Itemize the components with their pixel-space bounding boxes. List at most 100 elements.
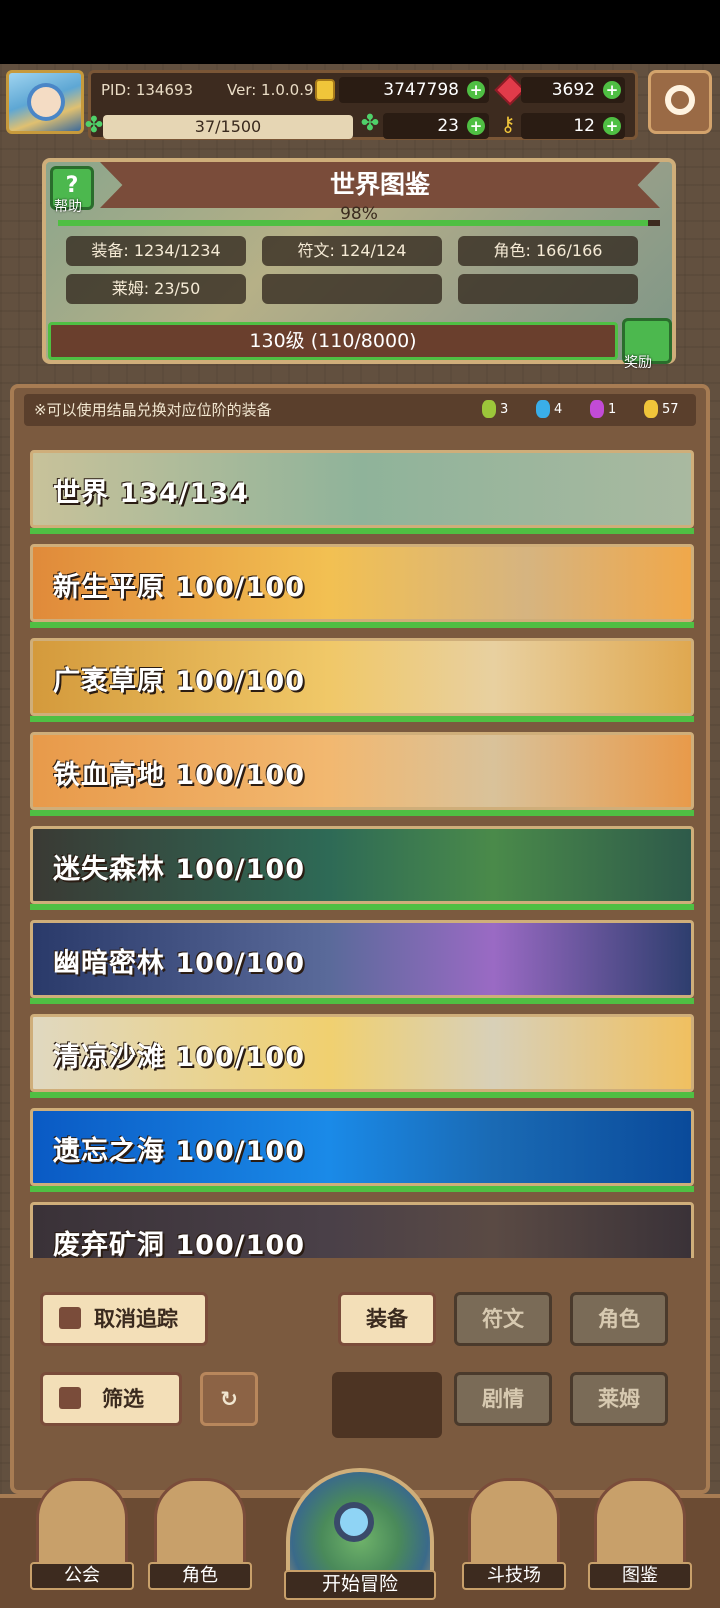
region-name: 新生平原 100/100 [53, 572, 305, 603]
add-gold-button[interactable]: + [467, 81, 485, 99]
tab-equipment[interactable]: 装备 [338, 1292, 436, 1346]
region-row-grassland[interactable]: 广袤草原 100/100 [30, 638, 694, 722]
filter-label: 筛选 [102, 1387, 144, 1411]
player-avatar[interactable] [6, 70, 84, 134]
nav-character-label: 角色 [148, 1562, 252, 1590]
stat-equipment: 装备: 1234/1234 [66, 236, 246, 266]
tab-runes[interactable]: 符文 [454, 1292, 552, 1346]
notice-bar: ※可以使用结晶兑换对应位阶的装备 3 4 1 57 [24, 394, 696, 426]
gold-counter: 3747798 + [339, 77, 489, 103]
nav-codex[interactable]: 图鉴 [588, 1478, 692, 1598]
region-row-highland[interactable]: 铁血高地 100/100 [30, 732, 694, 816]
region-progress [30, 716, 694, 722]
region-row-dark-forest[interactable]: 幽暗密林 100/100 [30, 920, 694, 1004]
purple-crystal-icon [590, 400, 604, 418]
region-progress [30, 810, 694, 816]
region-name: 清凉沙滩 100/100 [53, 1042, 305, 1073]
gold-crystal-count: 57 [662, 402, 679, 417]
guild-icon [36, 1478, 128, 1574]
world-codex-panel: 世界图鉴 ? 帮助 98% 装备: 1234/1234 符文: 124/124 … [42, 158, 676, 371]
nav-codex-label: 图鉴 [588, 1562, 692, 1590]
filter-button[interactable]: 筛选 [40, 1372, 182, 1426]
gold-coin-icon [315, 79, 335, 101]
crossed-swords-icon [468, 1478, 560, 1574]
grid-icon [59, 1387, 81, 1409]
nav-guild[interactable]: 公会 [30, 1478, 134, 1598]
nav-guild-label: 公会 [30, 1562, 134, 1590]
region-name: 广袤草原 100/100 [53, 666, 305, 697]
region-row-sea[interactable]: 遗忘之海 100/100 [30, 1108, 694, 1192]
tab-story[interactable]: 剧情 [454, 1372, 552, 1426]
green-crystal-count: 3 [500, 402, 509, 417]
add-key-button[interactable]: + [603, 117, 621, 135]
reward-label: 奖励 [624, 355, 652, 371]
region-list-panel: ※可以使用结晶兑换对应位阶的装备 3 4 1 57 世界 134/134 新生平… [10, 384, 710, 1494]
nav-arena[interactable]: 斗技场 [462, 1478, 566, 1598]
region-name: 铁血高地 100/100 [53, 760, 305, 791]
tab-characters[interactable]: 角色 [570, 1292, 668, 1346]
empty-tab-slot [332, 1372, 442, 1438]
clover-icon: ✤ [360, 111, 380, 136]
blue-crystal-count: 4 [554, 402, 563, 417]
settings-button[interactable] [648, 70, 712, 134]
region-progress [30, 622, 694, 628]
add-gem-button[interactable]: + [603, 81, 621, 99]
nav-arena-label: 斗技场 [462, 1562, 566, 1590]
thumb-icon [59, 1307, 81, 1329]
key-icon: ⚷ [500, 112, 516, 136]
question-icon: ? [65, 173, 79, 198]
add-clover-button[interactable]: + [467, 117, 485, 135]
tab-slimes[interactable]: 莱姆 [570, 1372, 668, 1426]
region-name: 遗忘之海 100/100 [53, 1136, 305, 1167]
status-bar [0, 0, 720, 64]
energy-clover-icon: ✤ [84, 113, 104, 138]
codex-title: 世界图鉴 [100, 162, 660, 208]
gold-amount: 3747798 [383, 80, 459, 100]
stat-characters: 角色: 166/166 [458, 236, 638, 266]
energy-counter: 37/1500 [103, 115, 353, 139]
blue-crystal-icon [536, 400, 550, 418]
version-label: Ver: 1.0.0.9 [227, 81, 314, 99]
gold-crystal-icon [644, 400, 658, 418]
book-icon [594, 1478, 686, 1574]
stat-empty-1 [262, 274, 442, 304]
region-row-world[interactable]: 世界 134/134 [30, 450, 694, 534]
nav-start-label: 开始冒险 [284, 1570, 436, 1600]
untrack-button[interactable]: 取消追踪 [40, 1292, 208, 1346]
character-icon [154, 1478, 246, 1574]
stat-slimes: 莱姆: 23/50 [66, 274, 246, 304]
clover-counter: 23 + [383, 113, 489, 139]
region-row-lost-forest[interactable]: 迷失森林 100/100 [30, 826, 694, 910]
green-crystal-icon [482, 400, 496, 418]
region-name: 幽暗密林 100/100 [53, 948, 305, 979]
refresh-button[interactable]: ↻ [200, 1372, 258, 1426]
key-amount: 12 [573, 116, 595, 136]
stat-runes: 符文: 124/124 [262, 236, 442, 266]
notice-text: ※可以使用结晶兑换对应位阶的装备 [34, 401, 272, 419]
region-list[interactable]: 世界 134/134 新生平原 100/100 广袤草原 100/100 铁血高… [26, 438, 702, 1258]
codex-progress-fill [58, 220, 648, 226]
untrack-label: 取消追踪 [94, 1307, 178, 1331]
nav-character[interactable]: 角色 [148, 1478, 252, 1598]
region-name: 废弃矿洞 100/100 [53, 1230, 305, 1258]
gem-amount: 3692 [551, 80, 595, 100]
nav-start-adventure[interactable]: 开始冒险 [272, 1462, 448, 1608]
clover-amount: 23 [437, 116, 459, 136]
region-row-mine[interactable]: 废弃矿洞 100/100 [30, 1202, 694, 1258]
resource-bar: PID: 134693 Ver: 1.0.0.9 3747798 + 3692 … [85, 70, 638, 140]
region-name: 迷失森林 100/100 [53, 854, 305, 885]
region-name: 世界 134/134 [53, 478, 249, 509]
region-progress [30, 904, 694, 910]
region-progress [30, 1092, 694, 1098]
region-progress [30, 1186, 694, 1192]
region-row-plains[interactable]: 新生平原 100/100 [30, 544, 694, 628]
region-progress [30, 998, 694, 1004]
region-progress [30, 528, 694, 534]
codex-progress-bar [58, 220, 660, 226]
gem-counter: 3692 + [521, 77, 625, 103]
codex-level-bar: 130级 (110/8000) [48, 322, 618, 360]
stat-empty-2 [458, 274, 638, 304]
key-counter: 12 + [521, 113, 625, 139]
magnifier-icon [334, 1502, 374, 1542]
region-row-beach[interactable]: 清凉沙滩 100/100 [30, 1014, 694, 1098]
